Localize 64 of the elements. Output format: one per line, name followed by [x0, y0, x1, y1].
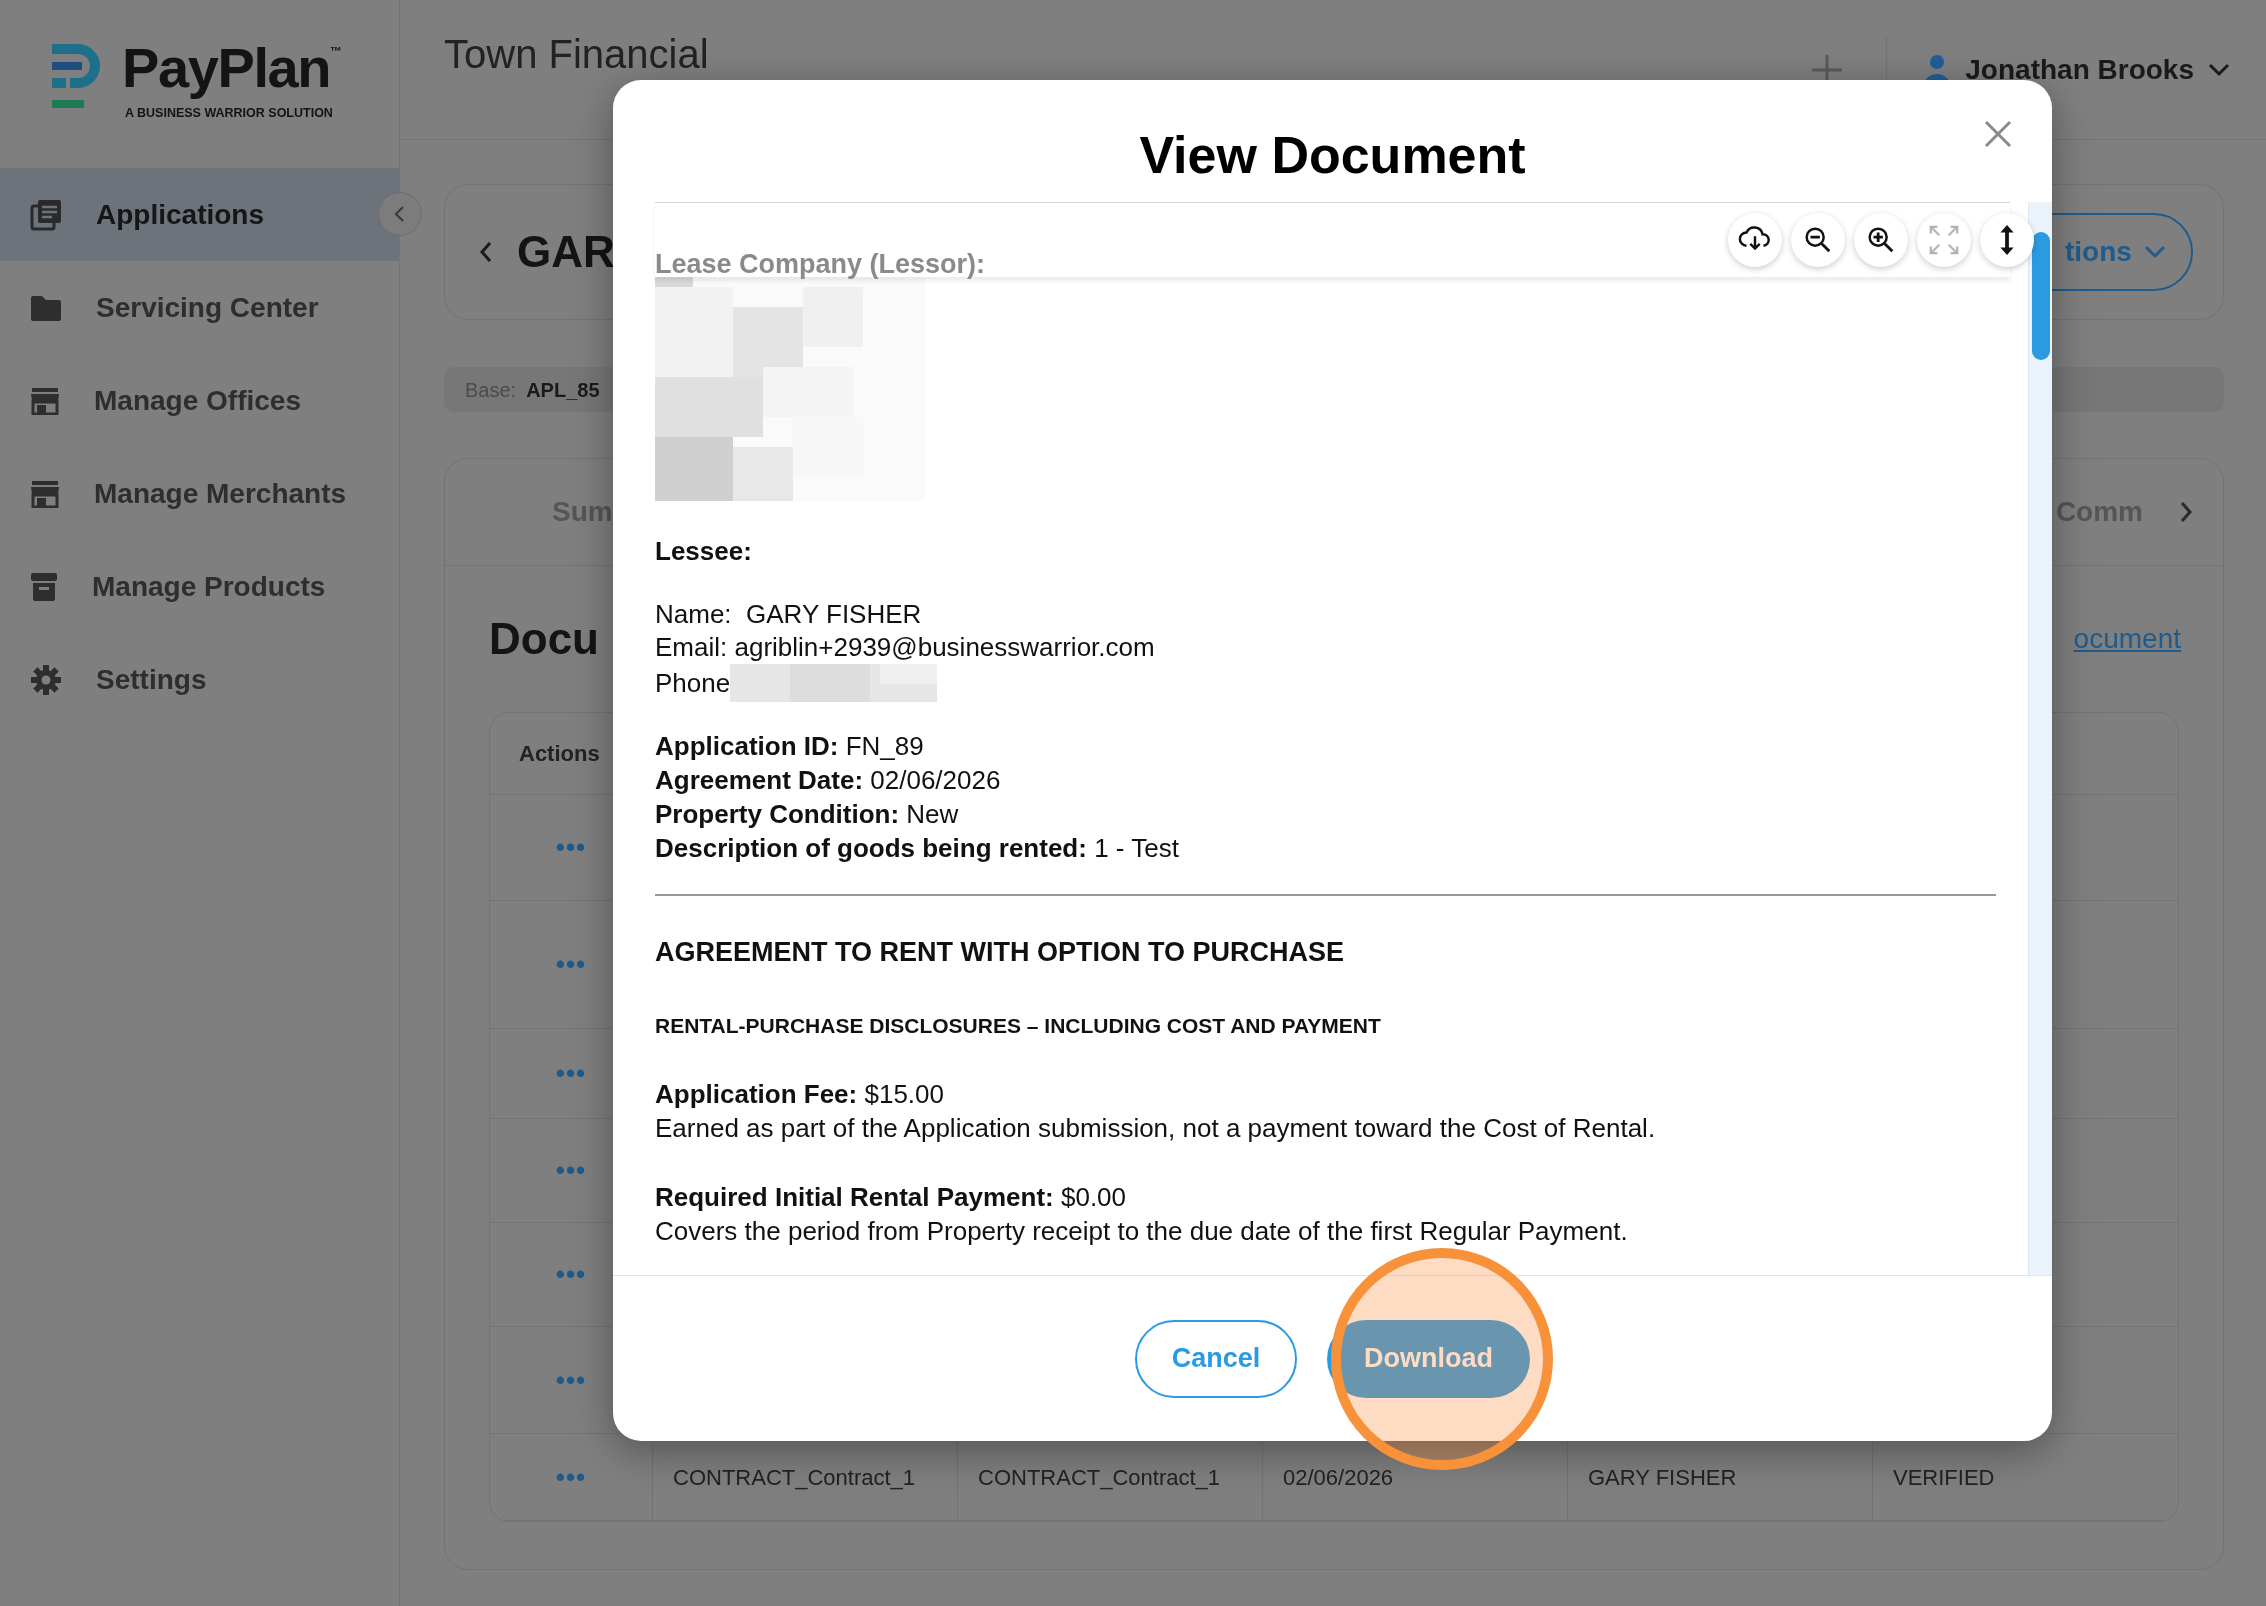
term-text: Covers the period from Property receipt to the due date of the first Regular Payment. — [655, 1215, 1629, 1248]
table-cell-text: CONTRACT_Contract_1 — [673, 1463, 916, 1492]
toolbar-button[interactable] — [1980, 213, 2034, 267]
download-button[interactable]: Download — [1327, 1319, 1530, 1398]
applicant-name: GAR — [517, 226, 615, 278]
detail-line: Application ID: FN_89 — [655, 730, 925, 763]
more-actions-button[interactable]: ••• — [555, 1457, 587, 1497]
sidebar-item[interactable]: Manage Merchants — [0, 447, 399, 540]
scrollbar-thumb[interactable] — [2032, 232, 2050, 360]
lessee-name: Name: GARY FISHER — [655, 598, 923, 631]
term-title: Required Initial Rental Payment: $0.00 — [655, 1181, 1128, 1214]
more-actions-button[interactable]: ••• — [555, 945, 587, 984]
table-cell-text: GARY FISHER — [1588, 1463, 1737, 1492]
folder-icon — [30, 293, 62, 322]
more-actions-button[interactable]: ••• — [555, 1360, 587, 1400]
archive-box-icon — [30, 571, 58, 602]
dialog-title: View Document — [1139, 125, 1526, 186]
detail-line: Agreement Date: 02/06/2026 — [655, 764, 1002, 797]
section-title: Docu — [489, 613, 599, 665]
base-value: APL_85 — [526, 377, 600, 403]
phone-label: Phone — [655, 666, 731, 700]
store-icon — [30, 386, 60, 415]
toolbar-button[interactable] — [1791, 213, 1845, 267]
documents-icon — [30, 198, 62, 231]
toolbar-button[interactable] — [1854, 213, 1908, 267]
detail-line: Property Condition: New — [655, 798, 960, 831]
column-header: Actions — [519, 740, 600, 768]
back-icon — [479, 241, 493, 263]
chevron-down-icon — [2143, 245, 2166, 259]
term-title: Application Fee: $15.00 — [655, 1078, 945, 1111]
organization-title: Town Financial — [444, 33, 709, 75]
table-cell-text: CONTRACT_Contract_1 — [978, 1463, 1221, 1492]
lessee-heading: Lessee: — [655, 535, 753, 568]
sidebar-item[interactable]: Servicing Center — [0, 261, 399, 354]
logo-tagline: A BUSINESS WARRIOR SOLUTION — [125, 105, 334, 122]
table-cell-text: 02/06/2026 — [1283, 1463, 1394, 1492]
disclosures-heading: RENTAL-PURCHASE DISCLOSURES – INCLUDING COST AND PAYMENT — [655, 1013, 1382, 1039]
sidebar-item[interactable]: Manage Offices — [0, 354, 399, 447]
close-icon — [1984, 120, 2012, 148]
detail-line: Description of goods being rented: 1 - Test — [655, 832, 1180, 865]
lessee-email: Email: agriblin+2939@businesswarrior.com — [655, 631, 1156, 664]
more-actions-button[interactable]: ••• — [555, 1255, 587, 1294]
fullscreen-icon — [1927, 223, 1961, 257]
more-actions-button[interactable]: ••• — [555, 828, 587, 867]
sidebar-item[interactable]: Applications — [0, 168, 399, 261]
document-link[interactable]: ocument — [2073, 618, 2181, 660]
term-text: Earned as part of the Application submission, not a payment toward the Cost of Rental. — [655, 1112, 1657, 1145]
sidebar-item[interactable]: Settings — [0, 633, 399, 726]
more-actions-button[interactable]: ••• — [555, 1151, 587, 1190]
lessor-label: Lease Company (Lessor): — [655, 247, 986, 281]
sidebar-item[interactable]: Manage Products — [0, 540, 399, 633]
table-cell-text: VERIFIED — [1893, 1463, 1995, 1492]
toolbar-button[interactable] — [1728, 213, 1782, 267]
cancel-button[interactable]: Cancel — [1135, 1319, 1297, 1398]
chevron-down-icon — [2208, 62, 2230, 77]
chevron-right-icon[interactable] — [2179, 501, 2193, 523]
chevron-left-icon — [393, 205, 407, 223]
agreement-heading: AGREEMENT TO RENT WITH OPTION TO PURCHASE — [655, 936, 1346, 969]
trademark-sign: ™ — [330, 43, 343, 58]
store-icon — [30, 479, 60, 508]
logo-wordmark: PayPlan — [122, 38, 331, 98]
settings-icon — [30, 663, 62, 696]
scrollbar-track[interactable] — [2028, 202, 2052, 1275]
more-actions-button[interactable]: ••• — [555, 1054, 587, 1093]
